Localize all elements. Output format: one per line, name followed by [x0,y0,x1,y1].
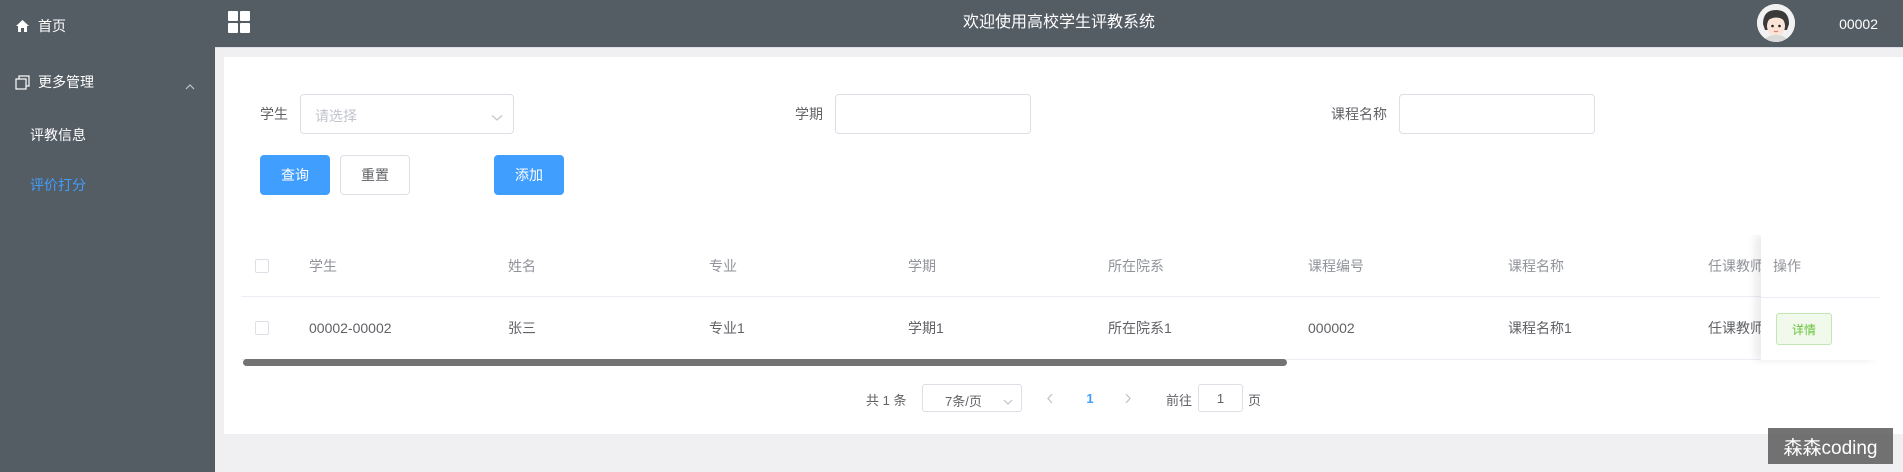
pagination-total: 共 1 条 [866,392,907,408]
copy-icon [14,74,30,90]
data-table: 学生 姓名 专业 学期 所在院系 课程编号 课程名称 任课教师 00002-00… [241,235,1880,365]
cell-major: 专业1 [709,320,745,336]
sidebar: 首页 更多管理 评教信息 评价打分 [0,0,215,472]
page-size-select[interactable]: 7条/页 [922,384,1022,412]
student-label: 学生 [260,106,288,122]
chevron-down-icon [1003,394,1013,409]
cell-name: 张三 [508,320,536,336]
query-button[interactable]: 查询 [260,155,330,195]
column-header: 学生 [309,257,337,274]
column-header: 所在院系 [1108,257,1164,274]
page-size-value: 7条/页 [945,394,982,409]
sidebar-item-label: 评价打分 [30,177,86,193]
detail-button[interactable]: 详情 [1776,313,1832,345]
cell-student: 00002-00002 [309,320,392,336]
goto-page-input[interactable]: 1 [1198,384,1243,412]
table-header-row: 学生 姓名 专业 学期 所在院系 课程编号 课程名称 任课教师 [241,235,1880,297]
next-page-icon[interactable] [1118,388,1138,408]
top-header: 欢迎使用高校学生评教系统 00002 [215,0,1903,48]
student-select-placeholder: 请选择 [315,108,357,124]
course-name-label: 课程名称 [1331,106,1387,122]
semester-input[interactable] [835,94,1031,134]
avatar[interactable] [1757,4,1795,42]
sidebar-item-evaluation-info[interactable]: 评教信息 [0,110,215,160]
watermark: 森森coding [1768,428,1893,464]
cell-course-name: 课程名称1 [1508,320,1572,336]
reset-button[interactable]: 重置 [340,155,410,195]
select-all-checkbox[interactable] [255,235,269,296]
row-checkbox[interactable] [255,297,269,359]
sidebar-item-label: 更多管理 [38,74,94,90]
goto-prefix: 前往 [1166,392,1193,408]
goto-suffix: 页 [1248,392,1262,408]
page-number-current[interactable]: 1 [1078,384,1102,412]
sidebar-item-label: 首页 [38,18,66,34]
sidebar-item-home[interactable]: 首页 [0,1,215,51]
column-header: 课程编号 [1308,257,1364,274]
student-select[interactable]: 请选择 [300,94,514,134]
column-header: 操作 [1773,258,1801,274]
cell-course-no: 000002 [1308,320,1355,336]
column-header: 姓名 [508,257,536,274]
table-horizontal-scrollbar[interactable] [243,359,1287,366]
column-header: 任课教师 [1708,257,1764,274]
column-header: 课程名称 [1508,257,1564,274]
semester-label: 学期 [795,106,823,122]
column-header: 学期 [908,257,936,274]
chevron-up-icon [185,77,195,93]
sidebar-item-rating[interactable]: 评价打分 [0,160,215,210]
table-row: 00002-00002 张三 专业1 学期1 所在院系1 000002 课程名称… [241,297,1880,360]
user-name[interactable]: 00002 [1839,0,1878,48]
cell-semester: 学期1 [908,320,944,336]
fixed-action-column: 操作 详情 [1761,235,1880,360]
chevron-down-icon [491,109,503,125]
column-header: 专业 [709,257,737,274]
prev-page-icon[interactable] [1040,388,1060,408]
cell-teacher: 任课教师 [1708,320,1764,336]
add-button[interactable]: 添加 [494,155,564,195]
sidebar-item-more-management[interactable]: 更多管理 [0,57,215,107]
page-title: 欢迎使用高校学生评教系统 [962,14,1155,31]
sidebar-item-label: 评教信息 [30,127,86,143]
cell-department: 所在院系1 [1108,320,1172,336]
home-icon [14,18,30,34]
course-name-input[interactable] [1399,94,1595,134]
